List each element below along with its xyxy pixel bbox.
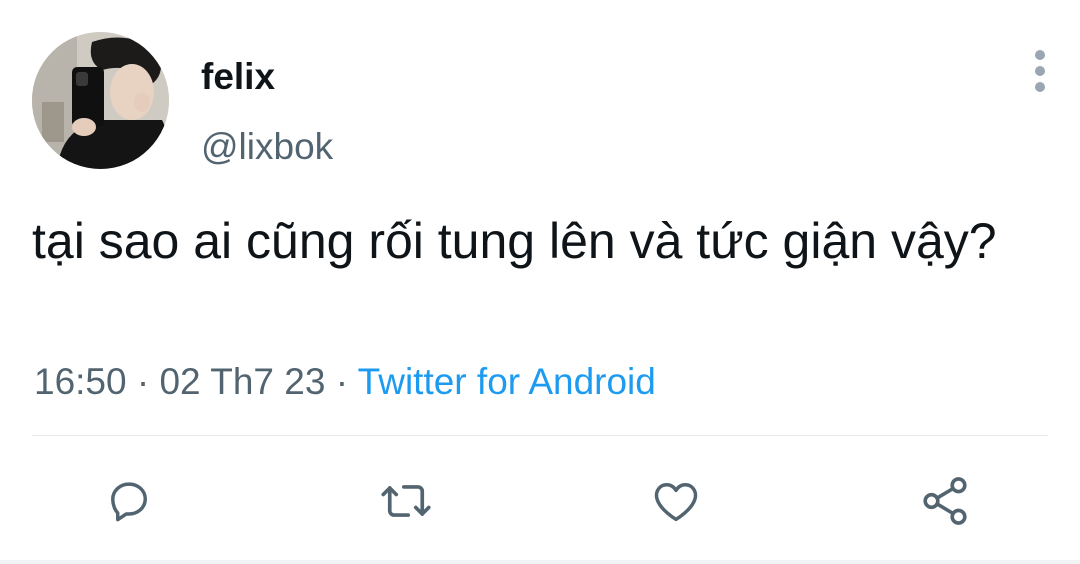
avatar[interactable]	[32, 32, 169, 169]
divider	[32, 435, 1048, 436]
tweet-source-link[interactable]: Twitter for Android	[358, 361, 656, 402]
share-icon	[923, 477, 967, 525]
more-dot-icon	[1035, 82, 1045, 92]
tweet-meta: 16:50 · 02 Th7 23 · Twitter for Android	[34, 359, 656, 405]
retweet-button[interactable]	[376, 471, 436, 531]
reply-icon	[111, 482, 147, 522]
more-dot-icon	[1035, 66, 1045, 76]
bottom-border	[0, 560, 1080, 564]
more-dot-icon	[1035, 50, 1045, 60]
more-options-button[interactable]	[1020, 46, 1060, 96]
meta-separator: ·	[325, 361, 358, 402]
tweet-text: tại sao ai cũng rối tung lên và tức giận…	[32, 213, 997, 269]
author-handle[interactable]: @lixbok	[201, 124, 333, 170]
tweet-date[interactable]: 02 Th7 23	[159, 361, 325, 402]
avatar-photo	[32, 32, 169, 169]
share-button[interactable]	[915, 471, 975, 531]
like-button[interactable]	[646, 471, 706, 531]
meta-separator: ·	[126, 361, 160, 402]
tweet-time[interactable]: 16:50	[34, 361, 127, 402]
retweet-icon	[381, 485, 431, 517]
reply-button[interactable]	[99, 471, 159, 531]
heart-icon	[654, 483, 698, 522]
author-display-name[interactable]: felix	[201, 54, 275, 100]
